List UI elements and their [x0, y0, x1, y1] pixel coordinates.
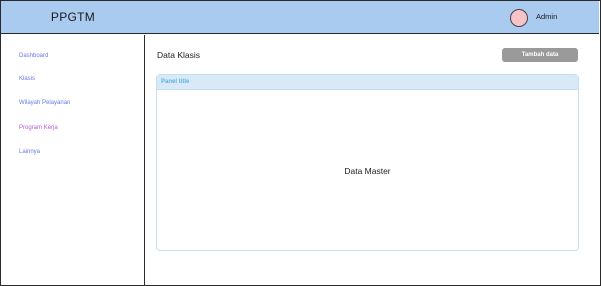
- brand-logo[interactable]: PPGTM: [1, 1, 145, 34]
- add-data-button[interactable]: Tambah data: [502, 48, 578, 62]
- sidebar: Dashboard Klasis Wilayah Pelayanan Progr…: [1, 35, 145, 285]
- page-title: Data Klasis: [157, 50, 200, 60]
- user-name[interactable]: Admin: [536, 12, 557, 21]
- sidebar-item-lainnya[interactable]: Lainnya: [19, 149, 40, 155]
- sidebar-item-klasis[interactable]: Klasis: [19, 76, 35, 82]
- sidebar-item-wilayah-pelayanan[interactable]: Wilayah Pelayanan: [19, 100, 70, 106]
- avatar[interactable]: [510, 9, 528, 27]
- data-panel: Panel title Data Master: [156, 74, 579, 251]
- panel-title: Panel title: [161, 79, 190, 85]
- sidebar-item-program-kerja[interactable]: Program Kerja: [19, 125, 58, 131]
- sidebar-item-dashboard[interactable]: Dashboard: [19, 53, 48, 59]
- panel-body-text: Data Master: [344, 166, 391, 176]
- panel-heading: Panel title: [157, 75, 578, 90]
